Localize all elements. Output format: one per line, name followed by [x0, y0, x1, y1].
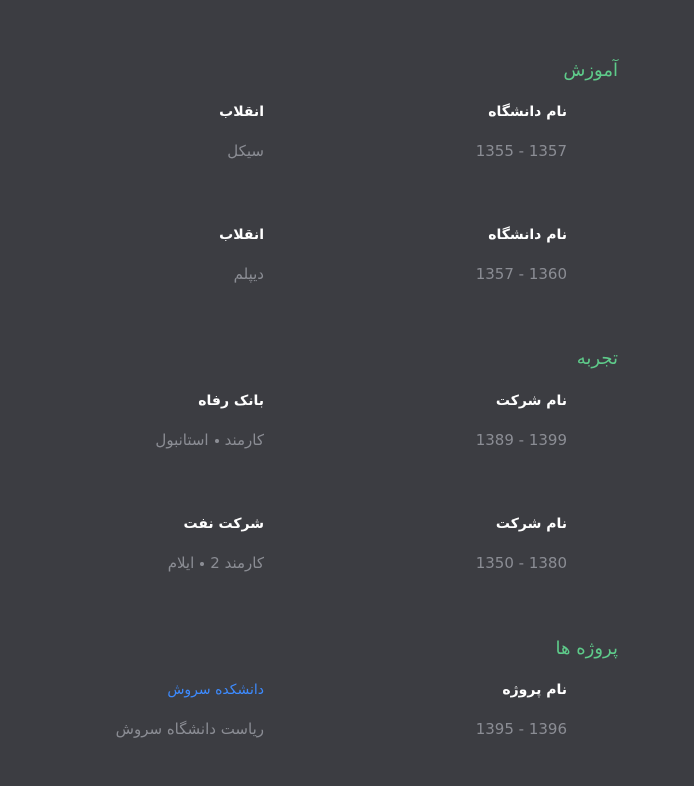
company-label: نام شرکت — [495, 516, 567, 532]
job-role: کارمند — [224, 431, 264, 449]
education-heading: آموزش — [563, 60, 618, 81]
experience-entry: نام شرکت بانک رفاه 1389 - 1399 کارمند است… — [0, 393, 694, 453]
experience-heading: تجربه — [576, 348, 618, 369]
education-entry: نام دانشگاه انقلاب 1357 - 1360 دیپلم — [0, 227, 694, 287]
job-location: استانبول — [155, 431, 209, 449]
role-location: کارمند 2 ایلام — [168, 554, 264, 572]
university-value: انقلاب — [219, 104, 264, 120]
project-description: ریاست دانشگاه سروش — [115, 720, 264, 738]
company-value: شرکت نفت — [183, 516, 264, 532]
role-location: کارمند استانبول — [155, 431, 264, 449]
education-period: 1357 - 1360 — [475, 265, 567, 283]
education-degree: سیکل — [227, 142, 264, 160]
education-entry: نام دانشگاه انقلاب 1355 - 1357 سیکل — [0, 104, 694, 164]
project-period: 1395 - 1396 — [475, 720, 567, 738]
university-value: انقلاب — [219, 227, 264, 243]
experience-entry: نام شرکت شرکت نفت 1350 - 1380 کارمند 2 ای… — [0, 516, 694, 576]
education-period: 1355 - 1357 — [475, 142, 567, 160]
company-value: بانک رفاه — [198, 393, 264, 409]
job-role: کارمند 2 — [210, 554, 264, 572]
job-location: ایلام — [167, 554, 195, 572]
projects-heading: پروژه ها — [555, 638, 618, 659]
university-label: نام دانشگاه — [488, 104, 567, 120]
project-label: نام پروژه — [502, 682, 567, 698]
education-degree: دیپلم — [233, 265, 264, 283]
project-entry: نام پروژه دانشکده سروش 1395 - 1396 ریاست… — [0, 682, 694, 742]
experience-period: 1389 - 1399 — [475, 431, 567, 449]
separator-dot-icon — [200, 561, 205, 566]
project-link[interactable]: دانشکده سروش — [167, 682, 264, 698]
separator-dot-icon — [214, 438, 219, 443]
company-label: نام شرکت — [495, 393, 567, 409]
university-label: نام دانشگاه — [488, 227, 567, 243]
experience-period: 1350 - 1380 — [475, 554, 567, 572]
